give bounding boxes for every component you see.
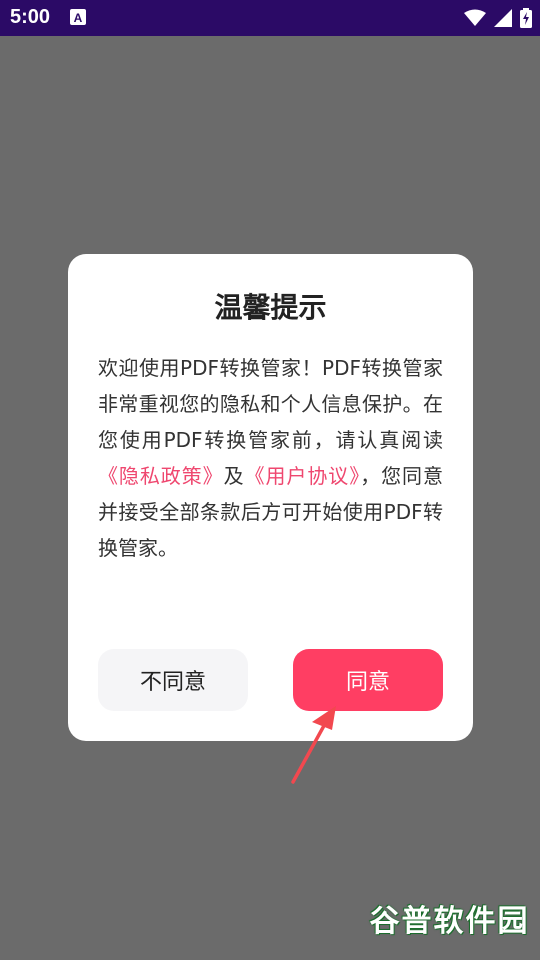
watermark: 谷普软件园 <box>367 898 532 946</box>
svg-text:A: A <box>74 11 83 25</box>
wifi-icon <box>464 9 486 26</box>
status-bar: 5:00 A <box>0 0 540 36</box>
dialog-title: 温馨提示 <box>214 291 327 324</box>
dialog-message: 欢迎使用PDF转换管家！PDF转换管家非常重视您的隐私和个人信息保护。在您使用P… <box>98 350 443 566</box>
privacy-policy-link[interactable]: 《隐私政策》 <box>98 464 224 488</box>
disagree-button[interactable]: 不同意 <box>98 649 248 711</box>
privacy-dialog: 温馨提示 欢迎使用PDF转换管家！PDF转换管家非常重视您的隐私和个人信息保护。… <box>68 254 473 741</box>
app-notification-icon: A <box>70 9 86 25</box>
dialog-message-connector: 及 <box>223 464 245 488</box>
status-icons <box>464 6 532 30</box>
status-time: 5:00 <box>10 6 51 28</box>
annotation-arrow-icon <box>291 706 336 784</box>
watermark-text: 谷普软件园 <box>369 904 530 939</box>
user-agreement-link[interactable]: 《用户协议》 <box>245 464 361 488</box>
signal-icon <box>494 9 512 27</box>
battery-charging-icon <box>520 8 532 28</box>
dialog-message-text: 欢迎使用PDF转换管家！PDF转换管家非常重视您的隐私和个人信息保护。在您使用P… <box>98 356 443 452</box>
